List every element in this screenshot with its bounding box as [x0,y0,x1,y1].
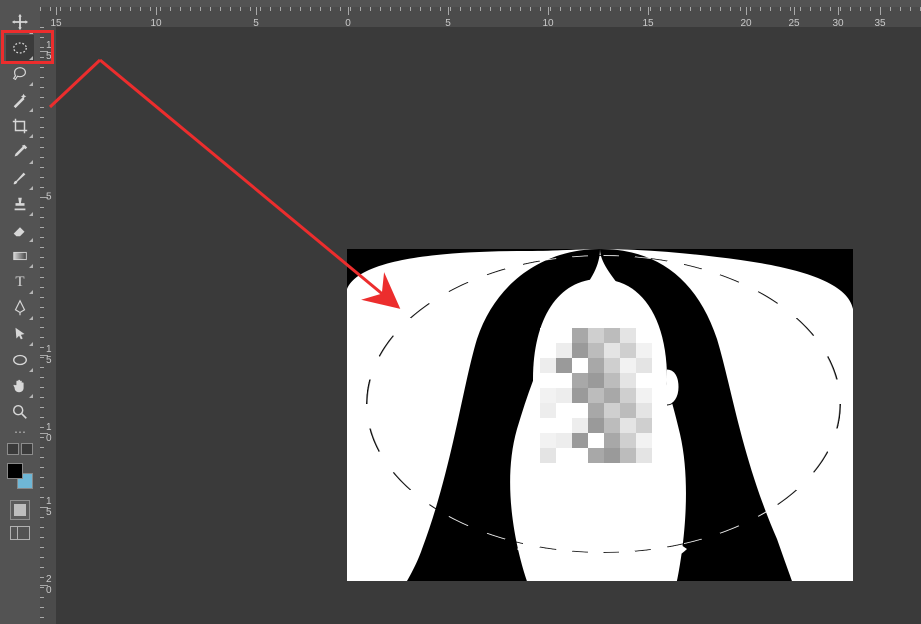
stamp-tool[interactable] [6,191,34,217]
toolbar-more-icon[interactable]: ⋯ [14,425,26,439]
hruler-label: 10 [542,18,553,29]
hruler-label: 35 [874,18,885,29]
hand-icon [11,377,29,395]
foreground-color-swatch[interactable] [7,463,23,479]
magnifier-icon [11,403,29,421]
brush-icon [11,169,29,187]
vruler-label: 5 [46,192,52,203]
hand-tool[interactable] [6,373,34,399]
horizontal-ruler[interactable]: 15 10 5 0 5 10 15 20 25 30 35 [40,7,921,27]
eyedropper-tool[interactable] [6,139,34,165]
stamp-icon [11,195,29,213]
eraser-tool[interactable] [6,217,34,243]
vruler-label: 10 [46,422,52,444]
vertical-ruler[interactable]: 15 5 15 10 15 20 [40,27,56,624]
move-icon [11,13,29,31]
edit-standard-icon[interactable] [7,443,19,455]
ellipse-shape-tool[interactable] [6,347,34,373]
hruler-label: 25 [788,18,799,29]
hruler-label: 5 [253,18,259,29]
tools-panel: T ⋯ [0,7,40,624]
type-tool[interactable]: T [6,269,34,295]
image-layer [347,249,853,581]
arrow-cursor-icon [11,325,29,343]
pixelated-face-overlay [540,328,652,463]
hruler-label: 15 [50,18,61,29]
vruler-label: 15 [46,40,52,62]
pen-icon [11,299,29,317]
move-tool[interactable] [6,9,34,35]
crop-tool[interactable] [6,113,34,139]
gradient-tool[interactable] [6,243,34,269]
hruler-label: 30 [832,18,843,29]
vruler-label: 20 [46,574,52,596]
elliptical-marquee-icon [11,39,29,57]
standard-mode-button[interactable] [10,500,30,520]
lasso-tool[interactable] [6,61,34,87]
wand-icon [11,91,29,109]
edit-mode-row [7,443,33,457]
vruler-label: 15 [46,344,52,366]
hruler-label: 15 [642,18,653,29]
vruler-label: 15 [46,496,52,518]
ellipse-icon [11,351,29,369]
hruler-label: 10 [150,18,161,29]
hruler-label: 0 [345,18,351,29]
crop-icon [11,117,29,135]
hruler-label: 20 [740,18,751,29]
hruler-label: 5 [445,18,451,29]
brush-tool[interactable] [6,165,34,191]
document-canvas[interactable] [56,27,921,624]
type-icon: T [15,274,24,291]
zoom-tool[interactable] [6,399,34,425]
edit-mask-icon[interactable] [21,443,33,455]
color-swatches[interactable] [7,463,33,489]
lasso-icon [11,65,29,83]
screen-mode-button[interactable] [10,526,30,540]
eraser-icon [11,221,29,239]
marquee-tool[interactable] [6,35,34,61]
path-selection-tool[interactable] [6,321,34,347]
gradient-icon [11,247,29,265]
eyedropper-icon [11,143,29,161]
pen-tool[interactable] [6,295,34,321]
magic-wand-tool[interactable] [6,87,34,113]
